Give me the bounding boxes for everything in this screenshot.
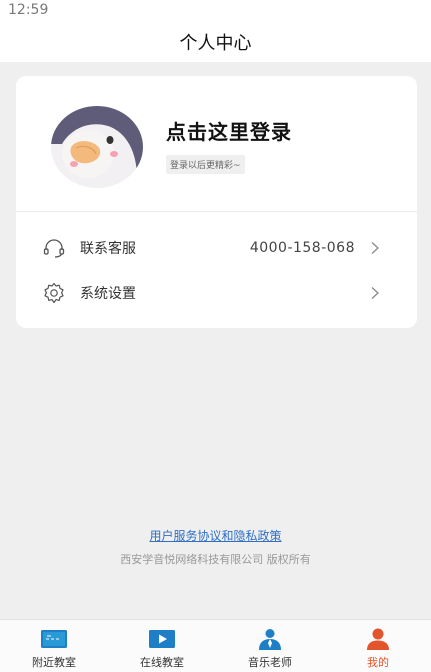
teacher-icon <box>259 629 281 650</box>
service-phone-number: 4000-158-068 <box>249 240 355 256</box>
login-subtitle: 登录以后更精彩~ <box>166 155 245 174</box>
agreement-link[interactable]: 用户服务协议和隐私政策 <box>0 527 431 544</box>
tab-label: 在线教室 <box>140 656 184 669</box>
tab-music-teacher[interactable]: 音乐老师 <box>216 620 324 672</box>
tab-nearby-classroom[interactable]: 附近教室 <box>0 620 108 672</box>
chevron-right-icon <box>371 242 379 254</box>
tab-label: 音乐老师 <box>248 656 292 669</box>
classroom-icon <box>41 630 67 648</box>
contact-service-label: 联系客服 <box>80 241 136 257</box>
system-settings-label: 系统设置 <box>80 286 136 302</box>
login-prompt[interactable]: 点击这里登录 <box>166 116 292 145</box>
top-bar: 12:59 个人中心 <box>0 0 431 62</box>
contact-service-row[interactable]: 联系客服 4000-158-068 <box>16 228 417 268</box>
bottom-tab-bar: 附近教室 在线教室 音乐老师 我的 <box>0 619 431 672</box>
tab-online-classroom[interactable]: 在线教室 <box>108 620 216 672</box>
divider <box>16 211 417 212</box>
tab-label: 附近教室 <box>32 656 76 669</box>
copyright-text: 西安学音悦网络科技有限公司 版权所有 <box>120 553 311 566</box>
headset-icon <box>43 239 65 258</box>
gear-icon <box>44 282 64 304</box>
status-time: 12:59 <box>8 2 49 18</box>
profile-card: 点击这里登录 登录以后更精彩~ 联系客服 4000-158-068 系统设置 <box>16 76 417 328</box>
user-icon <box>367 628 389 650</box>
profile-page: 12:59 个人中心 点击这里登录 登录以后更精彩~ 联系客服 4000-158… <box>0 0 431 672</box>
chevron-right-icon <box>371 287 379 299</box>
page-title: 个人中心 <box>179 33 252 54</box>
play-video-icon <box>149 630 175 648</box>
system-settings-row[interactable]: 系统设置 <box>16 273 417 313</box>
avatar[interactable] <box>48 104 146 190</box>
tab-label: 我的 <box>367 656 389 669</box>
tab-mine[interactable]: 我的 <box>324 620 431 672</box>
